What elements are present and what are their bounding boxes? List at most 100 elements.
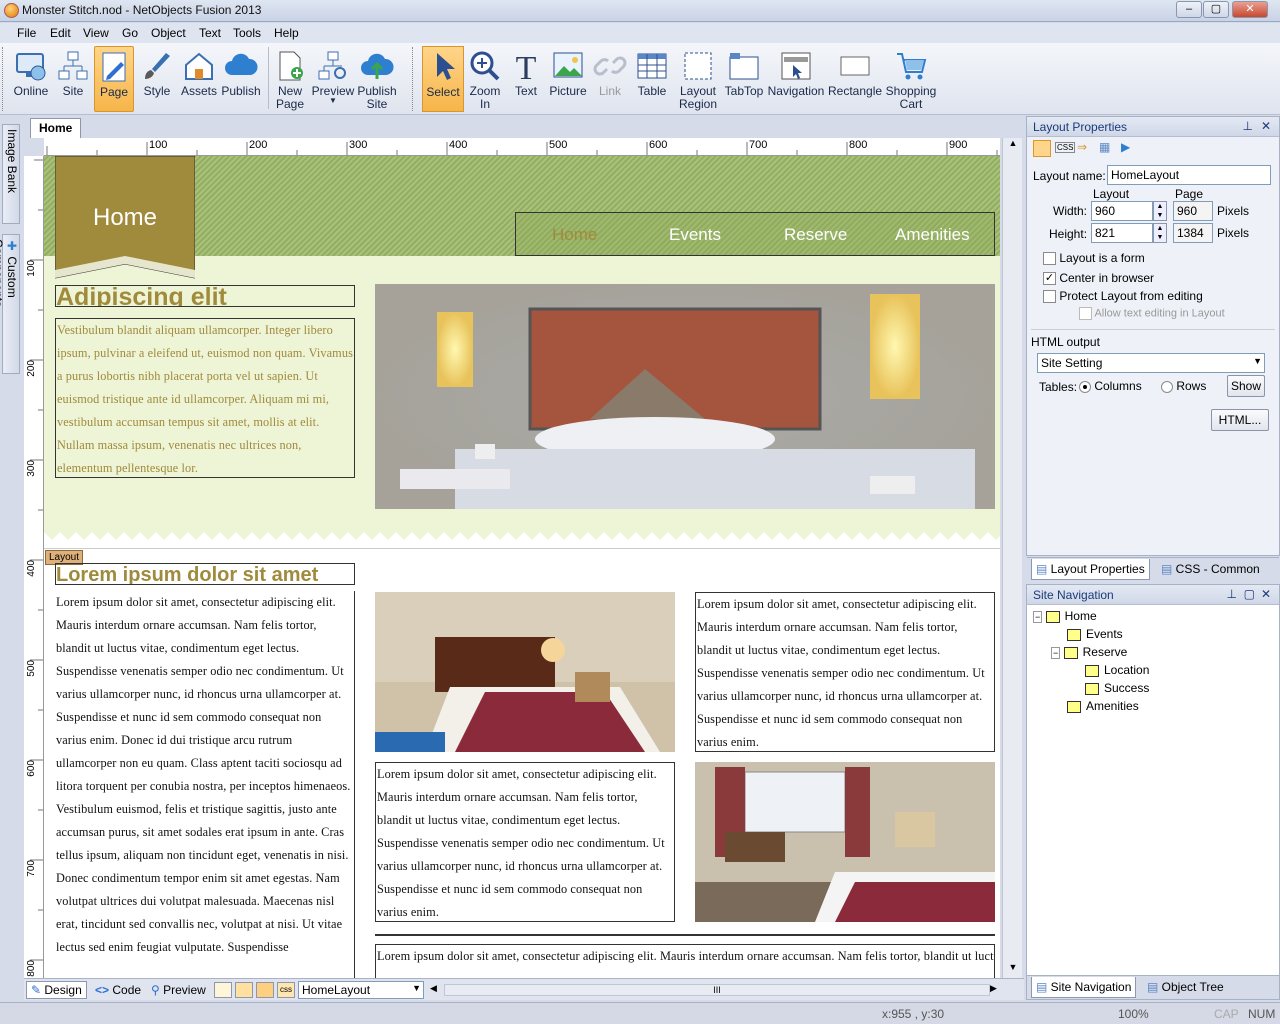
picture-tool[interactable]: Picture <box>548 46 588 112</box>
scroll-up-arrow[interactable]: ▲ <box>1005 138 1021 154</box>
tree-node-success[interactable]: Success <box>1085 681 1149 699</box>
layout-props-icon[interactable] <box>1033 140 1051 157</box>
toolbar-grip[interactable] <box>2 47 10 111</box>
tree-node-location[interactable]: Location <box>1085 663 1149 681</box>
layout-view-icon[interactable] <box>214 982 232 998</box>
palette-icon[interactable]: ▦ <box>1099 140 1110 154</box>
toolbar-grip-2[interactable] <box>412 47 420 111</box>
layout-region-tool[interactable]: Layout Region <box>674 46 722 112</box>
left-column-text[interactable]: Lorem ipsum dolor sit amet, consectetur … <box>55 591 355 978</box>
menu-view[interactable]: View <box>83 26 109 40</box>
css-icon[interactable]: CSS <box>1055 142 1076 153</box>
heading2-box[interactable]: Lorem ipsum dolor sit amet <box>55 563 355 585</box>
site-button[interactable]: Site <box>54 46 92 112</box>
tab-home[interactable]: Home <box>30 118 82 138</box>
protect-layout-checkbox[interactable]: Protect Layout from editing <box>1043 289 1203 304</box>
menu-go[interactable]: Go <box>122 26 138 40</box>
center-in-browser-checkbox[interactable]: ✓ Center in browser <box>1043 271 1154 286</box>
new-page-button[interactable]: New Page <box>272 46 308 112</box>
menu-text[interactable]: Text <box>199 26 221 40</box>
intro-text[interactable]: Vestibulum blandit aliquam ullamcorper. … <box>55 318 355 478</box>
design-tab[interactable]: ✎ Design <box>26 981 87 999</box>
tree-node-home[interactable]: − Home <box>1033 609 1097 627</box>
close-icon[interactable]: ✕ <box>1261 119 1271 133</box>
maximize-icon[interactable]: ▢ <box>1244 587 1255 601</box>
select-tool[interactable]: Select <box>422 46 464 112</box>
tab-object-tree[interactable]: ▤ Object Tree <box>1143 977 1228 998</box>
style-button[interactable]: Style <box>138 46 176 112</box>
action-icon[interactable]: ⇒ <box>1077 140 1087 154</box>
scroll-right-arrow[interactable]: ▶ <box>990 983 997 994</box>
nav-events[interactable]: Events <box>669 225 721 245</box>
tree-node-reserve[interactable]: − Reserve <box>1051 645 1127 663</box>
tree-node-amenities[interactable]: Amenities <box>1067 699 1139 717</box>
publish-button[interactable]: Publish <box>220 46 262 112</box>
width-field[interactable]: 960 <box>1091 201 1153 221</box>
preview-button[interactable]: Preview ▼ <box>311 46 355 112</box>
css-view-icon[interactable]: css <box>277 982 295 998</box>
table-tool[interactable]: Table <box>632 46 672 112</box>
navigation-tool[interactable]: Navigation <box>766 46 826 112</box>
minimize-button[interactable]: – <box>1176 1 1202 18</box>
columns-radio[interactable]: Columns <box>1079 379 1142 393</box>
tab-site-navigation[interactable]: ▤ Site Navigation <box>1031 977 1137 998</box>
custom-components-tab[interactable]: ✚ Custom Components <box>0 234 20 374</box>
bedroom-photo-1[interactable] <box>375 592 675 752</box>
height-spinner[interactable]: ▲ ▼ <box>1153 223 1167 243</box>
canvas-vertical-scrollbar[interactable]: ▲ ▼ <box>1002 138 1022 978</box>
maximize-button[interactable]: ▢ <box>1203 1 1229 18</box>
layout-region-view-icon[interactable] <box>235 982 253 998</box>
wide-text[interactable]: Lorem ipsum dolor sit amet, consectetur … <box>375 944 995 978</box>
close-button[interactable]: ✕ <box>1232 1 1268 18</box>
scroll-down-arrow[interactable]: ▼ <box>1005 962 1021 978</box>
tab-css-common[interactable]: ▤ CSS - Common <box>1157 559 1264 580</box>
nav-home[interactable]: Home <box>552 225 597 245</box>
hero-hotel-photo[interactable] <box>375 284 995 509</box>
right-top-text[interactable]: Lorem ipsum dolor sit amet, consectetur … <box>695 592 995 752</box>
layout-is-form-checkbox[interactable]: Layout is a form <box>1043 251 1145 266</box>
image-bank-tab[interactable]: Image Bank <box>2 124 20 224</box>
shopping-cart-tool[interactable]: Shopping Cart <box>884 46 938 112</box>
tree-node-events[interactable]: Events <box>1067 627 1123 645</box>
layout-name-field[interactable]: HomeLayout <box>1107 165 1271 185</box>
preview-tab[interactable]: ⚲ Preview <box>146 981 211 999</box>
menu-help[interactable]: Help <box>274 26 299 40</box>
text-tool[interactable]: T Text <box>507 46 545 112</box>
page-button[interactable]: Page <box>94 46 134 112</box>
online-button[interactable]: Online <box>10 46 52 112</box>
html-output-select[interactable]: Site Setting ▼ <box>1037 353 1265 373</box>
menu-tools[interactable]: Tools <box>233 26 261 40</box>
width-spinner[interactable]: ▲ ▼ <box>1153 201 1167 221</box>
zoom-in-tool[interactable]: Zoom In <box>466 46 504 112</box>
menu-file[interactable]: File <box>17 26 36 40</box>
html-button[interactable]: HTML... <box>1211 409 1269 431</box>
pin-icon[interactable]: ⊥ <box>1227 587 1237 601</box>
assets-button[interactable]: Assets <box>180 46 218 112</box>
nav-reserve[interactable]: Reserve <box>784 225 847 245</box>
master-border-icon[interactable] <box>256 982 274 998</box>
layout-selector[interactable]: HomeLayout ▼ <box>298 981 424 999</box>
pin-icon[interactable]: ⊥ <box>1243 119 1253 133</box>
rectangle-tool[interactable]: Rectangle <box>828 46 882 112</box>
animation-icon[interactable]: ▶ <box>1121 140 1130 154</box>
close-icon[interactable]: ✕ <box>1261 587 1271 601</box>
menu-edit[interactable]: Edit <box>50 26 71 40</box>
middle-bottom-text[interactable]: Lorem ipsum dolor sit amet, consectetur … <box>375 762 675 922</box>
tab-layout-properties[interactable]: ▤ Layout Properties <box>1031 559 1150 580</box>
bedroom-photo-2[interactable] <box>695 762 995 922</box>
design-canvas[interactable]: Home Home Events Reserve Amenities Adipi… <box>44 156 1000 978</box>
height-field[interactable]: 821 <box>1091 223 1153 243</box>
rows-radio[interactable]: Rows <box>1161 379 1206 393</box>
nav-amenities[interactable]: Amenities <box>895 225 970 245</box>
code-tab[interactable]: <> Code <box>90 981 146 999</box>
page-height-field: 1384 <box>1173 223 1213 243</box>
show-button[interactable]: Show <box>1227 375 1265 397</box>
tabtop-tool[interactable]: TabTop <box>724 46 764 112</box>
horizontal-scrollbar[interactable]: III <box>444 984 990 996</box>
heading1-box[interactable]: Adipiscing elit <box>55 285 355 307</box>
scroll-left-arrow[interactable]: ◀ <box>430 983 437 994</box>
scroll-track[interactable] <box>1005 158 1021 978</box>
publish-site-button[interactable]: Publish Site <box>356 46 398 112</box>
menu-object[interactable]: Object <box>151 26 186 40</box>
link-tool[interactable]: Link <box>592 46 628 112</box>
